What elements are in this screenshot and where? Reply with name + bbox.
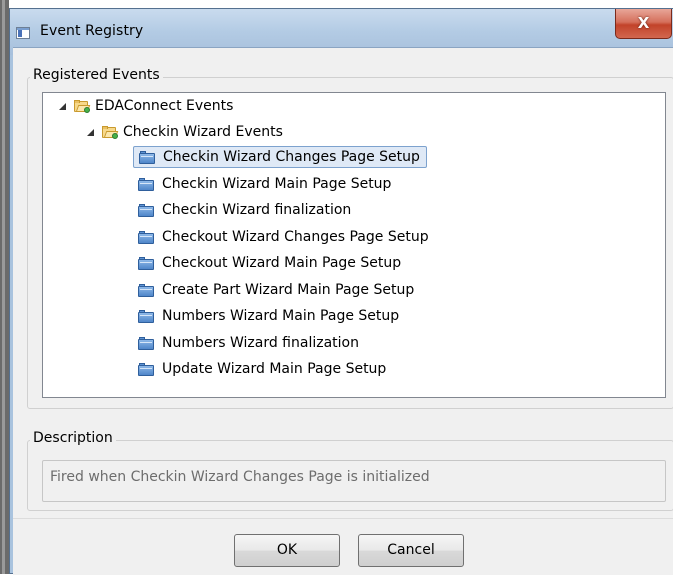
event-folder-icon xyxy=(138,230,154,244)
tree-node-edaconnect-events[interactable]: EDAConnect Events xyxy=(59,95,233,117)
tree-node-checkin-wizard-events[interactable]: Checkin Wizard Events xyxy=(87,121,283,143)
tree-item-label: Numbers Wizard Main Page Setup xyxy=(162,308,400,324)
tree-item-label: Checkin Wizard Main Page Setup xyxy=(162,176,392,192)
tree-item-label: Update Wizard Main Page Setup xyxy=(162,361,387,377)
event-folder-icon xyxy=(138,256,154,270)
tree-item-event[interactable]: Numbers Wizard Main Page Setup xyxy=(138,305,399,327)
tree-item-label: Checkin Wizard finalization xyxy=(162,202,352,218)
close-button[interactable]: X xyxy=(615,9,672,39)
tree-item-event[interactable]: Checkout Wizard Changes Page Setup xyxy=(138,226,429,248)
event-registry-dialog: Event Registry X Registered Events EDACo… xyxy=(9,8,673,575)
close-icon: X xyxy=(637,14,650,32)
tree-item-label: Checkout Wizard Main Page Setup xyxy=(162,255,402,271)
event-folder-icon xyxy=(138,362,154,376)
tree-item-event[interactable]: Checkin Wizard Changes Page Setup xyxy=(133,146,427,168)
description-text: Fired when Checkin Wizard Changes Page i… xyxy=(42,460,666,502)
tree-item-label: Create Part Wizard Main Page Setup xyxy=(162,282,415,298)
tree-item-event[interactable]: Update Wizard Main Page Setup xyxy=(138,358,386,380)
open-folder-icon xyxy=(74,100,91,113)
registered-events-label: Registered Events xyxy=(30,67,163,83)
event-folder-icon xyxy=(138,283,154,297)
tree-item-event[interactable]: Checkin Wizard finalization xyxy=(138,199,351,221)
tree-item-event[interactable]: Create Part Wizard Main Page Setup xyxy=(138,279,414,301)
expanded-triangle-icon[interactable] xyxy=(87,128,94,136)
event-folder-icon xyxy=(138,177,154,191)
window-icon xyxy=(16,27,30,39)
event-folder-icon xyxy=(138,203,154,217)
tree-item-label: Checkout Wizard Changes Page Setup xyxy=(162,229,429,245)
tree-item-label: Numbers Wizard finalization xyxy=(162,335,359,351)
tree-node-label: EDAConnect Events xyxy=(95,98,234,114)
ok-button[interactable]: OK xyxy=(234,534,340,567)
button-separator xyxy=(13,518,673,519)
open-folder-icon xyxy=(102,126,119,139)
expanded-triangle-icon[interactable] xyxy=(59,102,66,110)
tree-item-event[interactable]: Checkout Wizard Main Page Setup xyxy=(138,252,401,274)
background-window-edge xyxy=(0,0,9,574)
window-title: Event Registry xyxy=(40,23,144,39)
description-label: Description xyxy=(30,430,116,446)
event-folder-icon xyxy=(139,150,155,164)
tree-node-label: Checkin Wizard Events xyxy=(123,124,283,140)
tree-item-label: Checkin Wizard Changes Page Setup xyxy=(163,149,420,165)
dialog-content: Registered Events EDAConnect Events Chec… xyxy=(13,47,673,575)
tree-item-event[interactable]: Numbers Wizard finalization xyxy=(138,332,359,354)
tree-item-event[interactable]: Checkin Wizard Main Page Setup xyxy=(138,173,391,195)
event-tree[interactable]: EDAConnect Events Checkin Wizard Events … xyxy=(42,92,666,398)
event-folder-icon xyxy=(138,309,154,323)
cancel-button[interactable]: Cancel xyxy=(358,534,464,567)
event-folder-icon xyxy=(138,336,154,350)
